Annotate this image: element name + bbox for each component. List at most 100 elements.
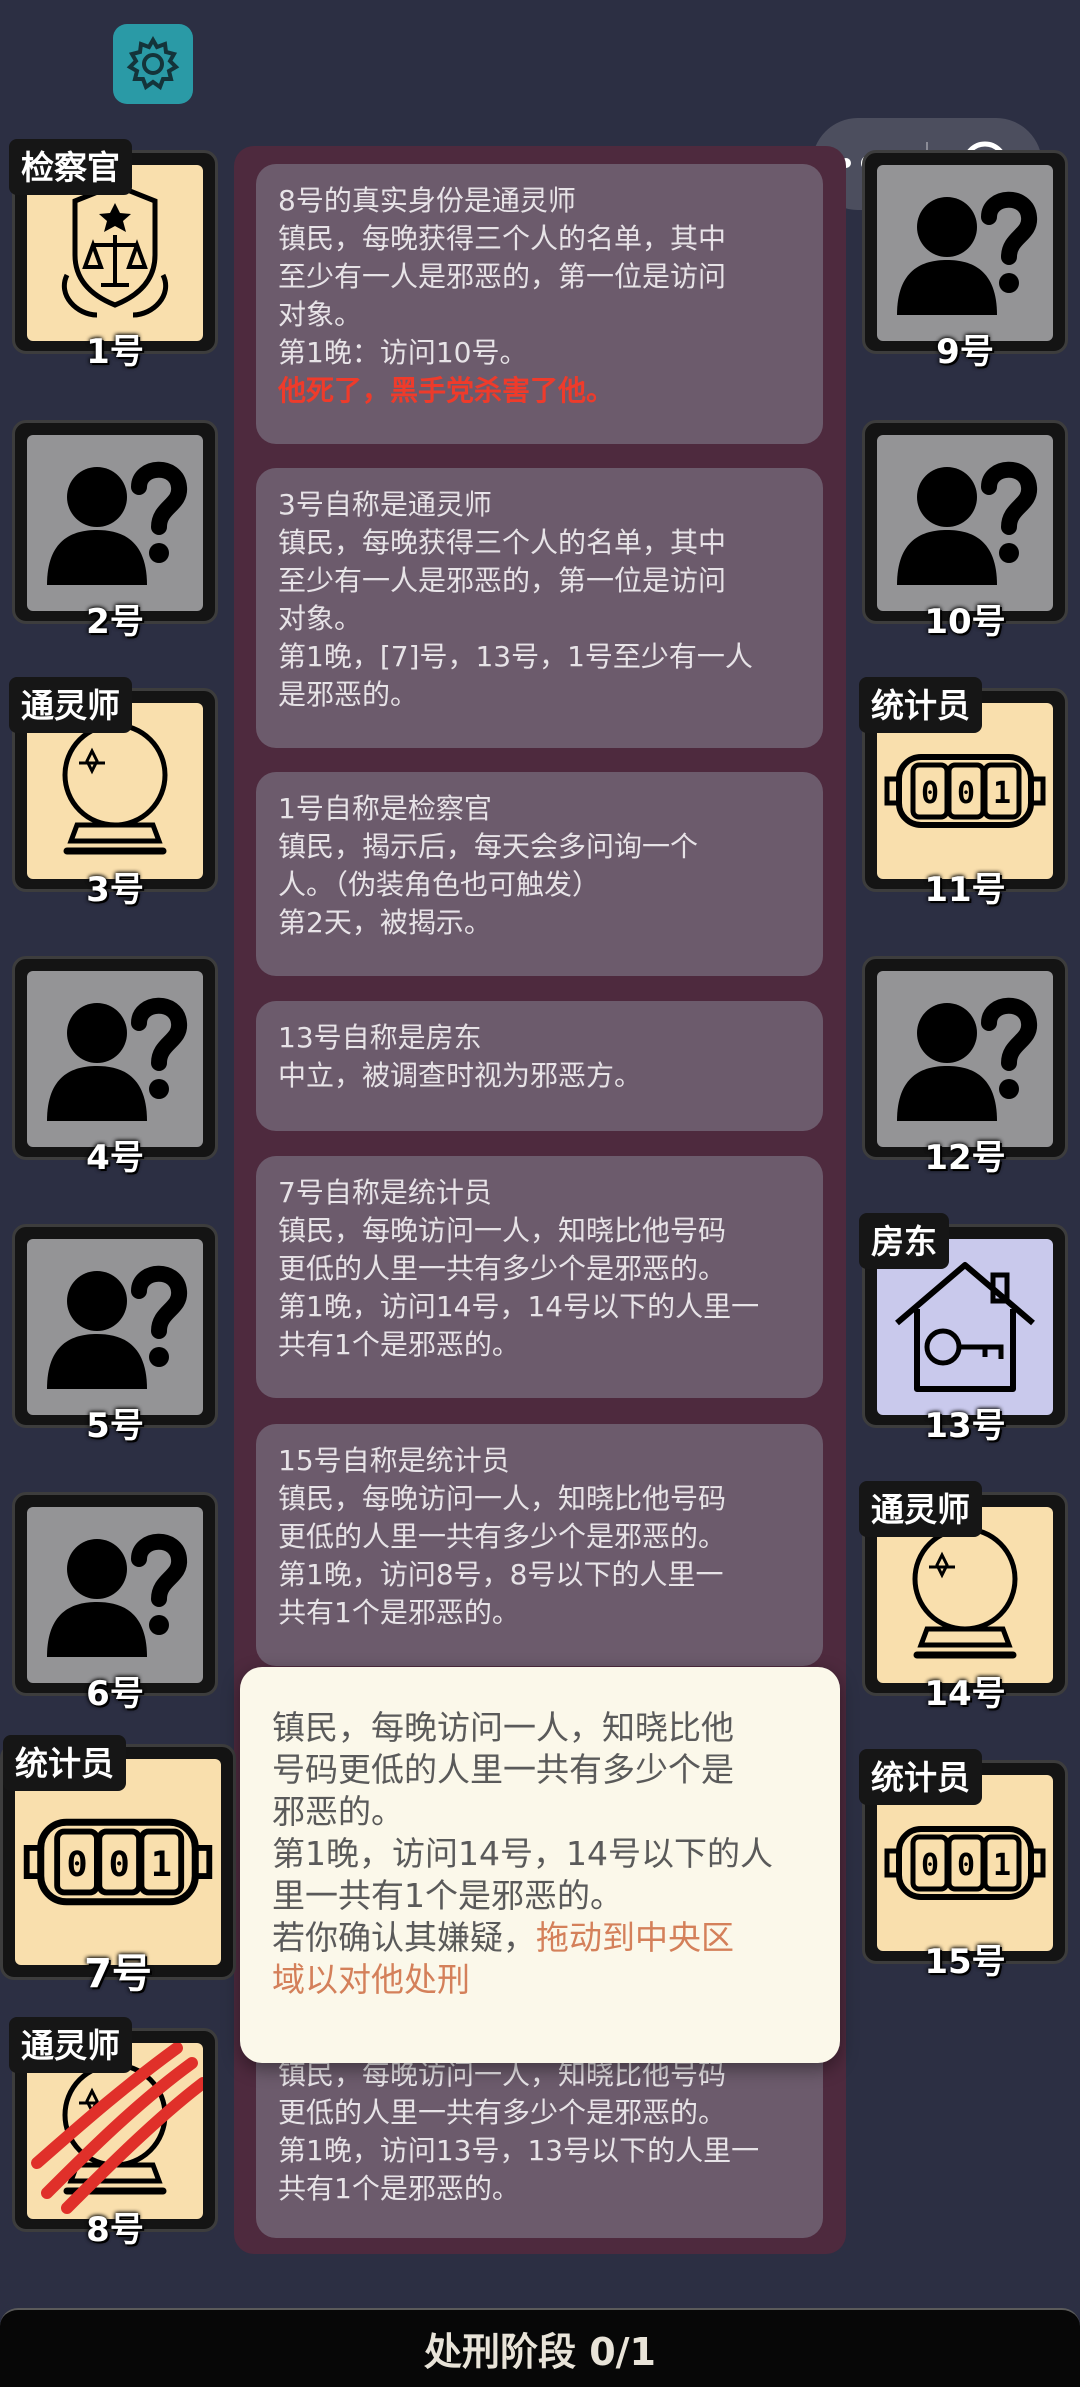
role-label: 通灵师 (9, 2017, 132, 2073)
player-card-5[interactable]: 5号 (12, 1224, 218, 1446)
log-entry: 3号自称是通灵师 镇民，每晚获得三个人的名单，其中 至少有一人是邪恶的，第一位是… (256, 468, 823, 748)
counter-digit: 0 (957, 1848, 975, 1883)
log-entry: 8号的真实身份是通灵师 镇民，每晚获得三个人的名单，其中 至少有一人是邪恶的，第… (256, 164, 823, 444)
popup-hint-prefix: 若你确认其嫌疑， (272, 1918, 536, 1957)
popup-hint: 若你确认其嫌疑，拖动到中央区 (272, 1917, 808, 1959)
popup-hint-highlight: 拖动到中央区 (536, 1918, 734, 1957)
log-line: 镇民，每晚获得三个人的名单，其中 (278, 222, 727, 255)
role-label: 房东 (859, 1213, 949, 1269)
log-line: 更低的人里一共有多少个是邪恶的。 (278, 1520, 727, 1553)
unknown-person-icon (877, 435, 1053, 611)
log-line: 镇民，每晚获得三个人的名单，其中 (278, 526, 727, 559)
player-card-13[interactable]: 房东 13号 (859, 1213, 1068, 1446)
player-card-10[interactable]: 10号 (862, 420, 1068, 642)
player-card-3[interactable]: 通灵师 3号 (9, 677, 218, 910)
log-line: 更低的人里一共有多少个是邪恶的。 (278, 1252, 727, 1285)
player-card-11[interactable]: 0 0 1 统计员 11号 (859, 677, 1068, 910)
player-number: 7号 (84, 1951, 152, 1997)
log-entry: 13号自称是房东 中立，被调查时视为邪恶方。 (256, 1001, 823, 1131)
log-line: 至少有一人是邪恶的，第一位是访问 (278, 564, 727, 597)
player-number: 5号 (86, 1406, 144, 1446)
log-line: 是邪恶的。 (278, 678, 419, 711)
log-line: 第1晚，访问13号，13号以下的人里一 (278, 2134, 760, 2167)
unknown-person-icon (27, 971, 203, 1147)
player-card-2[interactable]: 2号 (12, 420, 218, 642)
unknown-person-icon (27, 1507, 203, 1683)
log-line: 镇民，揭示后，每天会多问询一个 (278, 830, 699, 863)
counter-digit: 1 (993, 1848, 1011, 1883)
log-line: 15号自称是统计员 (278, 1444, 510, 1477)
player-number: 1号 (86, 332, 144, 372)
popup-line: 第1晚，访问14号，14号以下的人 (272, 1834, 773, 1873)
role-label: 统计员 (3, 1735, 126, 1791)
counter-digit: 0 (109, 1844, 130, 1885)
log-line: 13号自称是房东 (278, 1021, 482, 1054)
unknown-person-icon (877, 971, 1053, 1147)
player-card-9[interactable]: 9号 (862, 150, 1068, 372)
player-card-12[interactable]: 12号 (862, 956, 1068, 1178)
unknown-person-icon (27, 435, 203, 611)
player-card-14[interactable]: 通灵师 14号 (859, 1481, 1068, 1714)
settings-gear-button[interactable] (113, 24, 193, 104)
log-line: 人。（伪装角色也可触发） (278, 868, 601, 901)
log-line: 镇民，每晚访问一人，知晓比他号码 (278, 1482, 727, 1515)
log-entry: 15号自称是统计员 镇民，每晚访问一人，知晓比他号码 更低的人里一共有多少个是邪… (256, 1424, 823, 1666)
player-number: 14号 (924, 1674, 1006, 1714)
unknown-person-icon (27, 1239, 203, 1415)
popup-line: 里一共有1个是邪恶的。 (272, 1876, 623, 1915)
popup-hint-highlight: 域以对他处刑 (272, 1960, 470, 1999)
role-label: 通灵师 (859, 1481, 982, 1537)
log-line: 共有1个是邪恶的。 (278, 2172, 520, 2205)
phase-label: 处刑阶段 0/1 (424, 2330, 656, 2374)
log-line: 共有1个是邪恶的。 (278, 1596, 520, 1629)
player-number: 11号 (924, 870, 1006, 910)
player-card-8[interactable]: 通灵师 8号 (9, 2017, 218, 2250)
role-label: 统计员 (859, 1749, 982, 1805)
execution-phase-bar: 处刑阶段 0/1 (0, 2308, 1080, 2387)
log-line: 镇民，每晚访问一人，知晓比他号码 (278, 1214, 727, 1247)
log-line: 第1晚：访问10号。 (278, 336, 528, 369)
counter-digit: 1 (151, 1844, 172, 1885)
log-line: 1号自称是检察官 (278, 792, 492, 825)
log-line: 中立，被调查时视为邪恶方。 (278, 1059, 643, 1092)
log-line: 共有1个是邪恶的。 (278, 1328, 520, 1361)
player-number: 4号 (86, 1138, 144, 1178)
player-number: 8号 (86, 2210, 144, 2250)
counter-digit: 0 (957, 776, 975, 811)
player-card-4[interactable]: 4号 (12, 956, 218, 1178)
player-card-15[interactable]: 0 0 1 统计员 15号 (859, 1749, 1068, 1982)
log-line: 第1晚，[7]号，13号，1号至少有一人 (278, 640, 753, 673)
log-entry: 7号自称是统计员 镇民，每晚访问一人，知晓比他号码 更低的人里一共有多少个是邪恶… (256, 1156, 823, 1398)
death-notice: 他死了，黑手党杀害了他。 (278, 374, 615, 407)
gear-icon (126, 35, 180, 91)
counter-digit: 0 (921, 776, 939, 811)
player-number: 3号 (86, 870, 144, 910)
unknown-person-icon (877, 165, 1053, 341)
log-line: 更低的人里一共有多少个是邪恶的。 (278, 2096, 727, 2129)
role-label: 检察官 (9, 139, 132, 195)
log-line: 至少有一人是邪恶的，第一位是访问 (278, 260, 727, 293)
player-number: 10号 (924, 602, 1006, 642)
player-card-1[interactable]: 检察官 1号 (9, 139, 218, 372)
role-label: 统计员 (859, 677, 982, 733)
player-number: 12号 (924, 1138, 1006, 1178)
counter-digit: 0 (66, 1844, 87, 1885)
counter-digit: 1 (993, 776, 1011, 811)
popup-line: 号码更低的人里一共有多少个是 (272, 1750, 734, 1789)
player-number: 9号 (936, 332, 994, 372)
player-card-7[interactable]: 0 0 1 统计员 7号 (0, 1735, 236, 1997)
player-number: 2号 (86, 602, 144, 642)
log-line: 对象。 (278, 298, 363, 331)
player-number: 13号 (924, 1406, 1006, 1446)
counter-digit: 0 (921, 1848, 939, 1883)
popup-line: 镇民，每晚访问一人，知晓比他 (272, 1708, 734, 1747)
log-line: 对象。 (278, 602, 363, 635)
log-line: 第1晚，访问8号，8号以下的人里一 (278, 1558, 724, 1591)
role-label: 通灵师 (9, 677, 132, 733)
log-line: 8号的真实身份是通灵师 (278, 184, 576, 217)
player-card-6[interactable]: 6号 (12, 1492, 218, 1714)
player-number: 15号 (924, 1942, 1006, 1982)
log-line: 3号自称是通灵师 (278, 488, 492, 521)
log-line: 第1晚，访问14号，14号以下的人里一 (278, 1290, 760, 1323)
role-detail-popup: 镇民，每晚访问一人，知晓比他 号码更低的人里一共有多少个是 邪恶的。 第1晚，访… (240, 1667, 840, 2063)
